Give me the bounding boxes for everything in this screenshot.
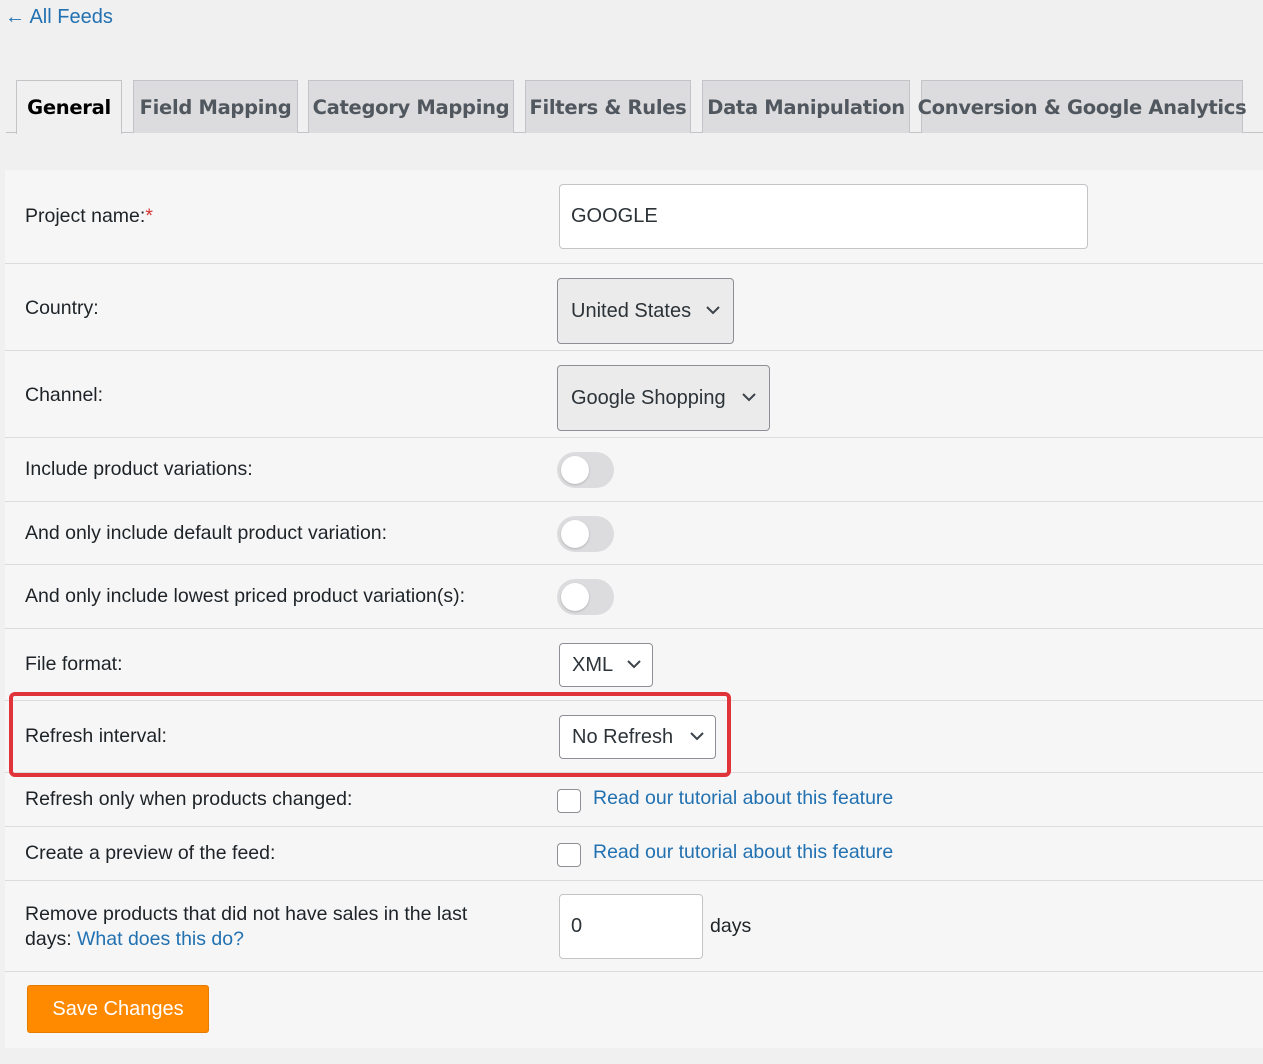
refresh-interval-select-value: No Refresh <box>572 725 674 748</box>
country-row: Country: United States <box>5 263 1263 351</box>
tab-bar: General Field Mapping Category Mapping F… <box>6 80 1263 134</box>
save-changes-button[interactable]: Save Changes <box>27 985 209 1033</box>
what-does-this-do-link[interactable]: What does this do? <box>77 928 244 950</box>
tab-general[interactable]: General <box>16 80 122 134</box>
chevron-down-icon <box>706 306 720 315</box>
file-format-select[interactable]: XML <box>559 643 653 687</box>
project-name-row: Project name:* GOOGLE <box>5 170 1263 264</box>
lowest-priced-label: And only include lowest priced product v… <box>25 585 466 607</box>
tab-filters-rules[interactable]: Filters & Rules <box>525 80 691 133</box>
toggle-knob <box>561 583 589 611</box>
project-name-label: Project name:* <box>25 205 153 227</box>
default-variation-toggle[interactable] <box>557 516 614 552</box>
refresh-on-change-label: Refresh only when products changed: <box>25 788 353 810</box>
remove-no-sales-label-line2: days: <box>25 928 72 950</box>
preview-row: Create a preview of the feed: Read our t… <box>5 826 1263 881</box>
country-select-value: United States <box>571 299 692 322</box>
remove-no-sales-days-input[interactable]: 0 <box>559 894 703 959</box>
days-unit-label: days <box>710 915 752 937</box>
refresh-on-change-row: Refresh only when products changed: Read… <box>5 772 1263 827</box>
refresh-interval-label: Refresh interval: <box>25 725 167 747</box>
country-select[interactable]: United States <box>557 278 734 344</box>
toggle-knob <box>561 456 589 484</box>
tab-field-mapping[interactable]: Field Mapping <box>133 80 298 133</box>
project-name-input[interactable]: GOOGLE <box>559 184 1088 249</box>
toggle-knob <box>561 520 589 548</box>
required-asterisk: * <box>145 205 153 227</box>
chevron-down-icon <box>690 732 704 741</box>
preview-label: Create a preview of the feed: <box>25 842 276 864</box>
channel-select[interactable]: Google Shopping <box>557 365 770 431</box>
refresh-on-change-tutorial-link[interactable]: Read our tutorial about this feature <box>593 787 893 810</box>
tab-category-mapping[interactable]: Category Mapping <box>308 80 514 133</box>
chevron-down-icon <box>627 660 641 669</box>
remove-no-sales-row: Remove products that did not have sales … <box>5 880 1263 972</box>
remove-no-sales-label-line1: Remove products that did not have sales … <box>25 903 468 925</box>
file-format-row: File format: XML <box>5 628 1263 701</box>
back-to-all-feeds-link[interactable]: ← All Feeds <box>5 6 113 29</box>
include-variations-row: Include product variations: <box>5 437 1263 502</box>
lowest-priced-toggle[interactable] <box>557 579 614 615</box>
tab-conversion-google-analytics[interactable]: Conversion & Google Analytics <box>918 80 1247 133</box>
remove-no-sales-label: Remove products that did not have sales … <box>25 902 467 952</box>
country-label: Country: <box>25 297 99 319</box>
channel-label: Channel: <box>25 384 104 406</box>
lowest-priced-row: And only include lowest priced product v… <box>5 564 1263 629</box>
refresh-on-change-checkbox[interactable] <box>557 789 581 813</box>
refresh-interval-select[interactable]: No Refresh <box>559 715 716 759</box>
default-variation-label: And only include default product variati… <box>25 522 388 544</box>
refresh-interval-row: Refresh interval: No Refresh <box>5 700 1263 773</box>
channel-select-value: Google Shopping <box>571 386 726 409</box>
preview-checkbox[interactable] <box>557 843 581 867</box>
default-variation-row: And only include default product variati… <box>5 501 1263 565</box>
tab-data-manipulation[interactable]: Data Manipulation <box>702 80 910 133</box>
include-variations-toggle[interactable] <box>557 452 614 488</box>
channel-row: Channel: Google Shopping <box>5 350 1263 438</box>
file-format-label: File format: <box>25 653 123 675</box>
chevron-down-icon <box>742 393 756 402</box>
include-variations-label: Include product variations: <box>25 458 253 480</box>
file-format-select-value: XML <box>572 653 614 676</box>
preview-tutorial-link[interactable]: Read our tutorial about this feature <box>593 841 893 864</box>
